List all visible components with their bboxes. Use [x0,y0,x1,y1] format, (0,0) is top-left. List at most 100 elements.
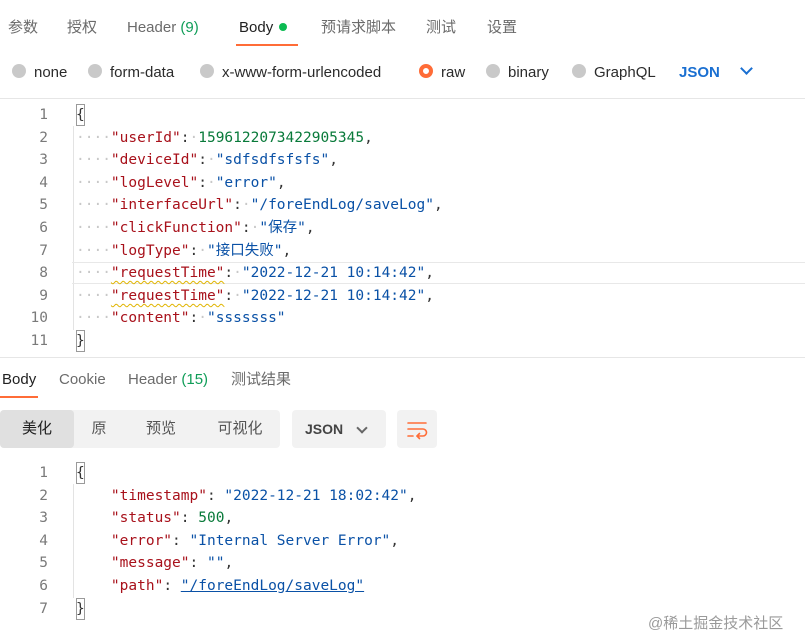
json-value: "Internal Server Error" [189,532,391,549]
json-colon: : [189,242,199,259]
code-line: { [76,462,85,484]
line-number: 8 [39,265,48,282]
wrap-lines-button[interactable] [397,410,437,448]
indent-whitespace: ···· [76,287,111,304]
json-key: "timestamp" [110,487,207,504]
space-marker: · [198,242,207,259]
response-body-viewer[interactable]: 1 2 3 4 5 6 7 { "timestamp": "2022-12-21 18:02:… [0,462,805,622]
json-key: "path" [110,578,164,594]
code-line: "status": 500, [76,507,233,529]
line-number: 5 [39,555,48,572]
request-tabs: 参数 授权 Header (9) Body 预请求脚本 测试 设置 [0,14,805,42]
json-value: "" [206,555,225,572]
indent-guide [73,126,74,330]
json-key: "content" [110,310,190,327]
line-number: 6 [39,578,48,594]
radio-raw[interactable]: raw [419,58,465,88]
line-number: 3 [39,510,48,527]
response-tab-cookie[interactable]: Cookie [59,366,106,394]
tab-settings[interactable]: 设置 [487,14,517,42]
code-line: ····"clickFunction":·"保存", [76,217,315,239]
wrap-lines-icon [407,422,428,440]
json-colon: : [198,152,207,169]
line-number: 7 [39,600,48,617]
json-key: "message" [110,555,190,572]
json-colon: : [206,487,216,504]
radio-circle-icon [486,64,500,79]
view-visualize-button[interactable]: 可视化 [200,410,280,448]
view-raw-button[interactable]: 原 [74,410,124,448]
indent-whitespace: ···· [76,197,111,214]
tab-headers[interactable]: Header (9) [127,14,199,42]
radio-none-label: none [34,64,68,81]
panel-divider [0,357,805,358]
radio-urlencoded-label: x-www-form-urlencoded [222,64,382,81]
line-number: 5 [39,197,48,214]
space-marker: · [206,174,216,191]
line-number: 2 [39,487,48,504]
tab-body[interactable]: Body [239,14,288,42]
body-type-selector: none form-data x-www-form-urlencoded raw… [0,58,805,88]
tab-params[interactable]: 参数 [8,14,38,42]
json-colon: : [233,197,242,214]
json-value: "sdfsdfsfsfs" [215,152,330,169]
response-tab-test-results[interactable]: 测试结果 [231,366,291,394]
radio-selected-icon [419,64,433,79]
response-tab-headers[interactable]: Header (15) [128,366,208,394]
view-pretty-button[interactable]: 美化 [0,410,74,448]
indent-guide [73,484,74,598]
code-line: "timestamp": "2022-12-21 18:02:42", [76,485,417,507]
view-preview-button[interactable]: 预览 [128,410,194,448]
code-line: { [76,104,85,126]
request-body-editor[interactable]: 1 2 3 4 5 6 7 8 9 10 11{····"userId":·159612207342… [0,104,805,354]
tab-prerequest-script[interactable]: 预请求脚本 [321,14,396,42]
json-comma: , [390,532,400,549]
response-tab-body[interactable]: Body [2,366,36,394]
line-number: 4 [39,532,48,549]
response-active-tab-indicator [0,396,38,398]
line-number: 6 [39,220,48,236]
json-value: 1596122073422905345 [198,129,365,146]
close-brace: } [76,597,85,620]
tab-auth[interactable]: 授权 [67,14,97,42]
watermark: @稀土掘金技术社区 [648,615,784,632]
json-comma: , [433,197,443,214]
json-value: "保存" [259,220,306,236]
space-marker [181,533,190,549]
json-key: "clickFunction" [110,220,242,236]
radio-form-data[interactable]: form-data [88,58,174,88]
json-value: "2022-12-21 10:14:42" [241,265,426,282]
open-brace: { [76,462,85,484]
json-colon: : [172,532,181,549]
radio-urlencoded[interactable]: x-www-form-urlencoded [200,58,381,88]
json-key: "userId" [110,129,181,146]
view-mode-segmented: 美化 原 预览 可视化 [0,410,280,448]
raw-format-dropdown[interactable]: JSON [679,58,753,88]
response-format-dropdown[interactable]: JSON [292,410,386,448]
json-comma: , [224,510,234,527]
radio-circle-icon [200,64,214,79]
space-marker: · [233,265,242,282]
code-line: } [76,330,85,352]
json-comma: , [224,555,234,572]
code-line: ····"requestTime":·"2022-12-21 10:14:42"… [76,262,434,284]
radio-graphql[interactable]: GraphQL [572,58,656,88]
indent-whitespace: ···· [76,265,111,282]
response-tab-headers-label: Header [128,371,178,388]
json-key: "requestTime" [110,287,225,304]
indent-whitespace: ···· [76,242,111,259]
indent-whitespace: ···· [76,220,111,236]
radio-none[interactable]: none [12,58,67,88]
line-number: 2 [39,129,48,146]
radio-circle-icon [12,64,26,79]
line-number: 4 [39,174,48,191]
open-brace: { [76,104,85,126]
line-number: 9 [39,287,48,304]
tab-tests[interactable]: 测试 [426,14,456,42]
space-marker: · [233,287,242,304]
code-line: "error": "Internal Server Error", [76,530,399,552]
json-comma: , [329,152,338,169]
radio-binary[interactable]: binary [486,58,549,88]
